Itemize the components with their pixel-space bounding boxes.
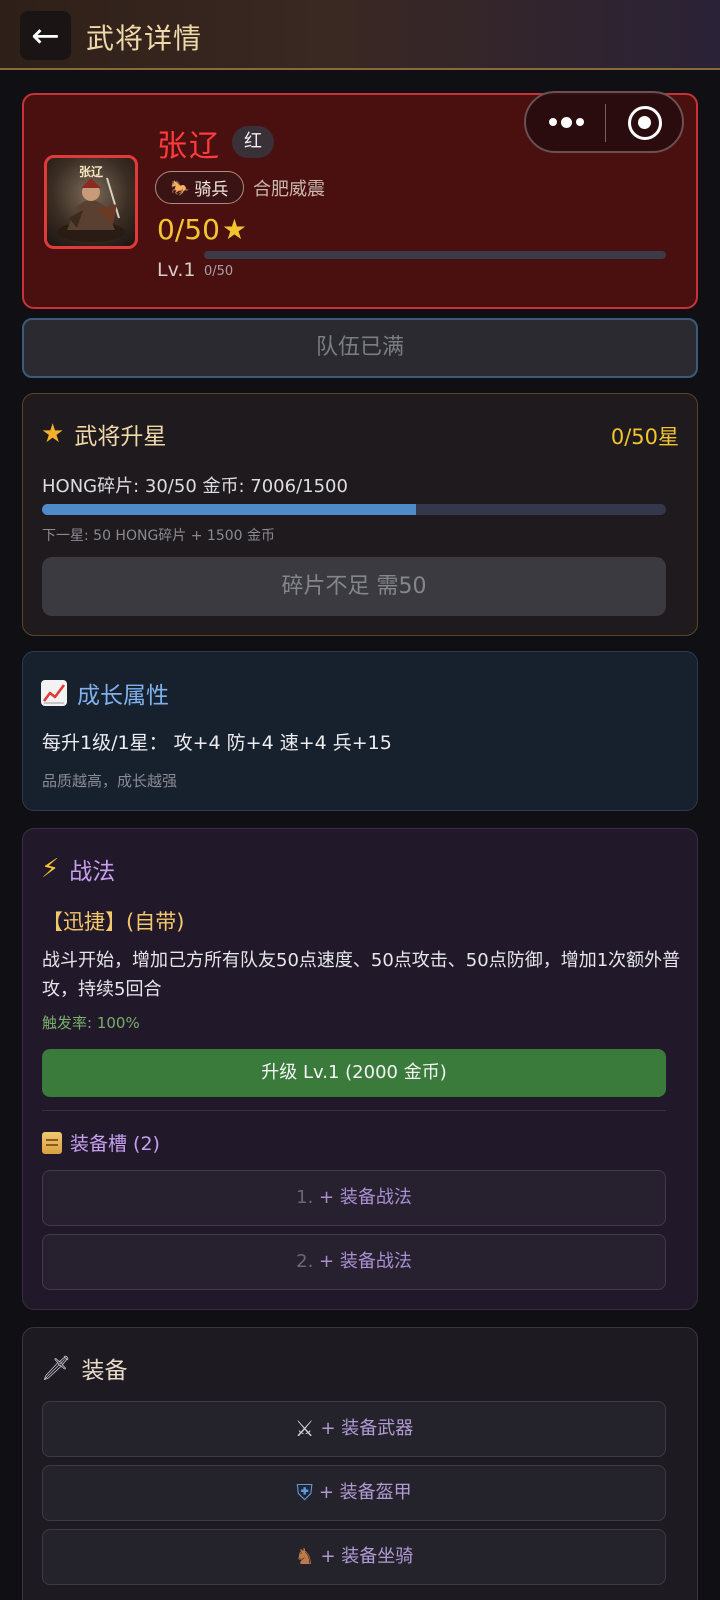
team-full-button[interactable]: 队伍已满 — [22, 318, 698, 378]
hero-name: 张辽 — [157, 129, 221, 164]
close-miniprogram-icon[interactable] — [628, 106, 662, 140]
growth-card: 成长属性 每升1级/1星： 攻+4 防+4 速+4 兵+15 品质越高，成长越强 — [22, 651, 698, 811]
equipment-card: 🗡 装备 ⚔ + 装备武器 ⛨ + 装备盔甲 ♞ + 装备坐骑 — [22, 1327, 698, 1600]
slot-label: + 装备战法 — [319, 1187, 412, 1208]
xp-progress-text: 0/50 — [204, 264, 234, 279]
star-icon: ★ — [221, 213, 247, 246]
star-count: 0/50★ — [157, 213, 247, 246]
header-bar: ← 武将详情 — [0, 0, 720, 70]
mini-program-capsule — [524, 91, 684, 153]
more-dots-icon-center — [560, 116, 572, 128]
star-up-button[interactable]: 碎片不足 需50 — [42, 557, 666, 616]
equip-weapon-label: + 装备武器 — [320, 1418, 414, 1439]
skill-name: 【迅捷】(自带) — [42, 910, 185, 934]
equip-skill-slot-2[interactable]: 2. + 装备战法 — [42, 1234, 666, 1290]
growth-note: 品质越高，成长越强 — [42, 772, 178, 790]
star-up-card: ★ 武将升星 0/50星 HONG碎片: 30/50 金币: 7006/1500… — [22, 393, 698, 636]
horse-icon: 🐎 — [170, 178, 190, 197]
page-title: 武将详情 — [86, 22, 203, 55]
back-button[interactable]: ← — [20, 11, 71, 60]
hero-level: Lv.1 — [157, 259, 196, 281]
equipment-header: 🗡 装备 — [41, 1351, 127, 1385]
skill-card: ⚡ 战法 【迅捷】(自带) 战斗开始，增加己方所有队友50点速度、50点攻击、5… — [22, 828, 698, 1310]
next-star-cost: 下一星: 50 HONG碎片 + 1500 金币 — [42, 528, 276, 544]
star-icon: ★ — [41, 419, 65, 449]
more-options-button[interactable] — [546, 107, 586, 137]
skill-slots-title: 装备槽 (2) — [70, 1133, 160, 1155]
star-up-title: 武将升星 — [74, 424, 167, 450]
equip-weapon-button[interactable]: ⚔ + 装备武器 — [42, 1401, 666, 1457]
star-up-header: ★ 武将升星 — [41, 417, 166, 451]
skill-header: ⚡ 战法 — [41, 852, 115, 886]
slot-number: 2. — [296, 1251, 314, 1272]
troop-type-pill: 🐎 骑兵 — [155, 171, 244, 204]
chart-increasing-icon — [41, 680, 67, 706]
more-dots-icon-right — [575, 118, 584, 126]
growth-title: 成长属性 — [77, 683, 169, 709]
skill-upgrade-button[interactable]: 升级 Lv.1 (2000 金币) — [42, 1049, 666, 1097]
equipment-title: 装备 — [81, 1358, 128, 1384]
skill-slots-header: 装备槽 (2) — [42, 1129, 160, 1156]
hero-detail-page: ← 武将详情 张辽 张辽 红 🐎 骑兵 合肥威震 0/50★ Lv.1 0/50… — [0, 0, 720, 1600]
skill-section-title: 战法 — [69, 859, 116, 885]
shield-icon: ⛨ — [296, 1480, 313, 1506]
equip-armor-label: + 装备盔甲 — [318, 1482, 412, 1503]
trigger-rate: 触发率: 100% — [42, 1014, 140, 1032]
back-arrow-icon: ← — [31, 15, 60, 56]
horse-icon: ♞ — [294, 1544, 315, 1570]
slot-number: 1. — [296, 1187, 314, 1208]
fragment-progress-bar — [42, 504, 666, 515]
hero-avatar[interactable]: 张辽 — [44, 155, 138, 249]
troop-type-label: 骑兵 — [194, 180, 229, 200]
hero-portrait-art — [57, 177, 125, 242]
quality-badge: 红 — [232, 126, 274, 158]
equip-mount-button[interactable]: ♞ + 装备坐骑 — [42, 1529, 666, 1585]
skill-divider — [42, 1110, 666, 1111]
fragment-progress-fill — [42, 504, 417, 515]
equip-skill-slot-1[interactable]: 1. + 装备战法 — [42, 1170, 666, 1226]
dagger-icon: 🗡 — [41, 1354, 72, 1382]
equip-armor-button[interactable]: ⛨ + 装备盔甲 — [42, 1465, 666, 1521]
hero-title: 合肥威震 — [253, 179, 325, 200]
slot-label: + 装备战法 — [319, 1251, 412, 1272]
more-dots-icon — [548, 118, 557, 126]
xp-progress-bar — [204, 251, 666, 259]
skill-description: 战斗开始，增加己方所有队友50点速度、50点攻击、50点防御，增加1次额外普攻，… — [42, 950, 681, 1000]
scroll-icon — [42, 1131, 62, 1154]
growth-stats-line: 每升1级/1星： 攻+4 防+4 速+4 兵+15 — [42, 732, 392, 754]
crossed-swords-icon: ⚔ — [294, 1416, 315, 1442]
fragment-gold-info: HONG碎片: 30/50 金币: 7006/1500 — [42, 476, 348, 497]
growth-header: 成长属性 — [41, 676, 169, 710]
equip-mount-label: + 装备坐骑 — [320, 1546, 414, 1567]
capsule-divider — [605, 104, 606, 142]
lightning-icon: ⚡ — [41, 854, 60, 884]
star-count-value: 0/50 — [157, 213, 220, 246]
star-up-progress: 0/50星 — [610, 425, 679, 449]
